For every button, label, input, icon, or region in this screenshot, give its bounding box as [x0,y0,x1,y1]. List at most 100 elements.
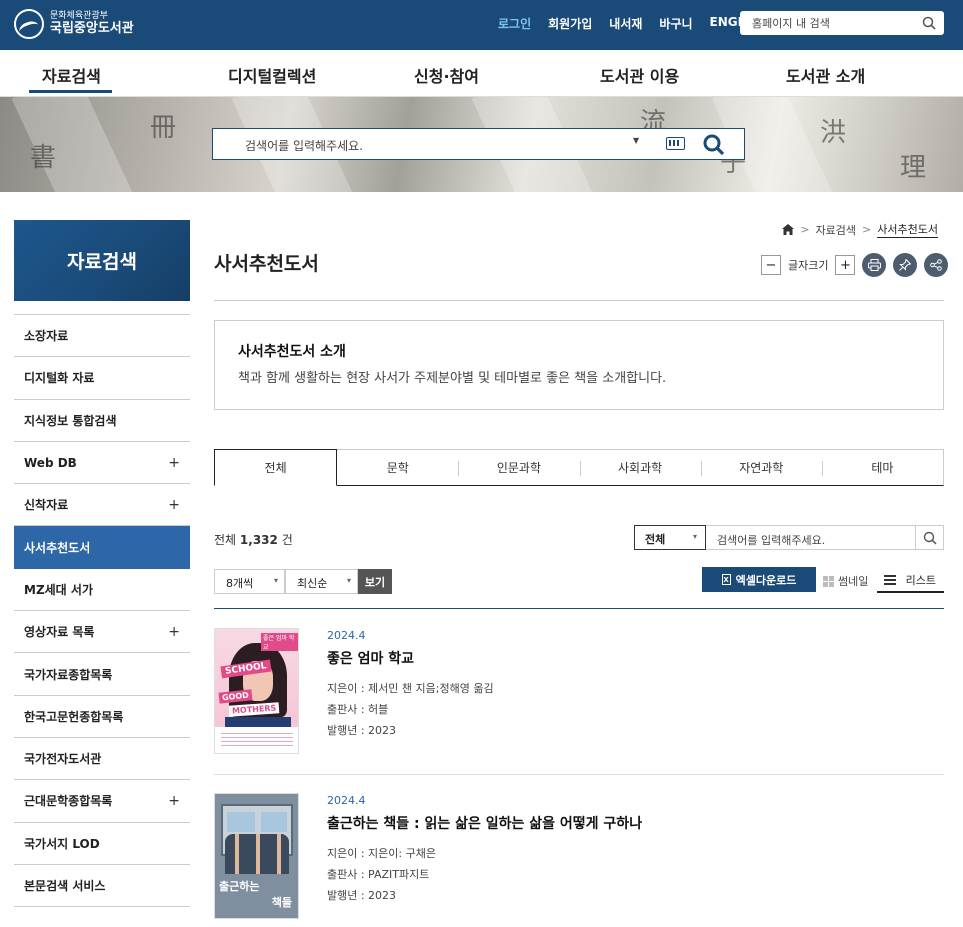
expand-icon[interactable]: + [168,624,180,640]
main-search-placeholder: 검색어를 입력해주세요. [245,139,364,153]
book-title[interactable]: 좋은 엄마 학교 [327,648,414,668]
total-count: 전체 1,332 건 [214,533,293,547]
tab-literature[interactable]: 문학 [337,450,458,485]
utility-links: 로그인 회원가입 내서재 바구니 ENGLISH [498,15,768,32]
keyboard-icon[interactable] [666,137,685,150]
expand-icon[interactable]: + [168,455,180,471]
book-cover[interactable]: 출근하는 책들 [214,793,299,919]
sidebar-item[interactable]: 국가전자도서관 [14,738,190,781]
category-tabs: 전체 문학 인문과학 사회과학 자연과학 테마 [214,449,944,486]
apply-view-button[interactable]: 보기 [358,569,392,594]
breadcrumb: > 자료검색 > 사서추천도서 [782,221,938,238]
sidebar-item[interactable]: 근대문학종합목록 + [14,780,190,823]
gnb-item-digital[interactable]: 디지털컬렉션 [228,63,316,87]
tab-all[interactable]: 전체 [214,449,338,486]
pin-button[interactable] [893,253,918,277]
expand-icon[interactable]: + [168,497,180,513]
login-link[interactable]: 로그인 [498,15,531,32]
share-button[interactable] [924,253,949,277]
divider [214,608,944,609]
list-icon [883,575,896,585]
share-icon [930,259,943,271]
book-cover[interactable]: SCHOOL GOOD MOTHERS 좋은 엄마 학교 [214,628,299,754]
book-item: 출근하는 책들 2024.4 출근하는 책들 : 읽는 삶은 일하는 삶을 어떻… [214,793,944,921]
result-search-button[interactable] [915,525,944,550]
page-tools: − 글자크기 + [761,253,949,277]
book-publisher: 출판사 : PAZIT파지트 [327,868,430,881]
page-title: 사서추천도서 [214,253,319,275]
breadcrumb-current[interactable]: 사서추천도서 [877,221,938,238]
tab-humanities[interactable]: 인문과학 [458,450,579,485]
my-library-link[interactable]: 내서재 [609,15,642,32]
font-decrease-button[interactable]: − [761,255,781,275]
pin-icon [899,259,912,271]
search-field-select[interactable]: 전체 [634,525,706,550]
expand-icon[interactable]: + [168,793,180,809]
gnb-item-search[interactable]: 자료검색 [29,63,112,93]
search-option-dropdown[interactable]: ▼ [633,136,639,145]
sort-select[interactable]: 최신순 [285,569,358,594]
sidebar-item[interactable]: 영상자료 목록 + [14,611,190,654]
intro-box: 사서추천도서 소개 책과 함께 생활하는 현장 사서가 주제분야별 및 테마별로… [214,320,944,410]
excel-download-button[interactable]: X 엑셀다운로드 [702,567,816,592]
excel-icon: X [721,574,731,585]
logo-title: 국립중앙도서관 [50,20,134,36]
divider [214,300,944,301]
breadcrumb-item[interactable]: 자료검색 [816,222,856,238]
sidebar-item[interactable]: 한국고문헌종합목록 [14,696,190,738]
book-item: SCHOOL GOOD MOTHERS 좋은 엄마 학교 2024.4 좋은 엄… [214,628,944,758]
search-icon [923,531,937,545]
search-icon[interactable] [702,133,726,157]
sidebar-item[interactable]: 디지털화 자료 [14,357,190,400]
site-search-placeholder: 홈페이지 내 검색 [752,17,830,30]
font-increase-button[interactable]: + [835,255,856,275]
book-date: 2024.4 [327,794,366,807]
home-icon[interactable] [782,224,795,235]
sidebar-menu: 소장자료 디지털화 자료 지식정보 통합검색 Web DB + 신착자료 + 사서추… [14,314,190,908]
book-year: 발행년 : 2023 [327,889,397,902]
thumbnail-view-toggle[interactable]: 썸네일 [823,573,868,589]
gnb-item-about[interactable]: 도서관 소개 [786,63,865,87]
sidebar-item-active[interactable]: 사서추천도서 [14,526,190,569]
sidebar-item[interactable]: 지식정보 통합검색 [14,400,190,442]
gnb-item-apply[interactable]: 신청·참여 [414,63,479,87]
signup-link[interactable]: 회원가입 [548,15,592,32]
book-year: 발행년 : 2023 [327,724,397,737]
top-bar: 문화체육관광부 국립중앙도서관 로그인 회원가입 내서재 바구니 ENGLISH… [0,0,963,50]
book-author: 지은이 : 제서민 챈 지음;정해영 옮김 [327,682,494,695]
cart-link[interactable]: 바구니 [659,15,692,32]
tab-theme[interactable]: 테마 [821,450,943,485]
grid-icon [823,575,834,587]
total-number: 1,332 [239,533,278,547]
sidebar-item[interactable]: 국가자료종합목록 [14,653,190,696]
site-search-input[interactable]: 홈페이지 내 검색 [740,11,944,35]
sidebar-item[interactable]: 신착자료 + [14,484,190,527]
book-publisher: 출판사 : 허블 [327,703,389,716]
intro-text: 책과 함께 생활하는 현장 사서가 주제분야별 및 테마별로 좋은 책을 소개합… [238,371,667,386]
sidebar-item[interactable]: 본문검색 서비스 [14,865,190,908]
print-button[interactable] [862,253,887,277]
main-navigation: 자료검색 디지털컬렉션 신청·참여 도서관 이용 도서관 소개 [0,50,963,97]
book-date: 2024.4 [327,629,366,642]
sidebar-title: 자료검색 [14,220,190,301]
print-icon [867,259,881,271]
search-icon[interactable] [922,16,936,30]
tab-social-science[interactable]: 사회과학 [579,450,701,485]
gnb-item-use[interactable]: 도서관 이용 [600,63,679,87]
sidebar-item[interactable]: MZ세대 서가 [14,569,190,612]
breadcrumb-separator: > [862,223,872,236]
tab-natural-science[interactable]: 자연과학 [700,450,822,485]
site-logo[interactable]: 문화체육관광부 국립중앙도서관 [14,9,134,39]
main-search-box[interactable]: 검색어를 입력해주세요. ▼ [212,128,745,160]
sidebar-item[interactable]: 국가서지 LOD [14,823,190,865]
sidebar-item[interactable]: 소장자료 [14,315,190,358]
intro-title: 사서추천도서 소개 [238,344,346,360]
result-search-input[interactable]: 검색어를 입력해주세요. [706,525,916,550]
breadcrumb-separator: > [800,223,810,236]
book-author: 지은이 : 지은이: 구채은 [327,847,436,860]
sidebar-item[interactable]: Web DB + [14,442,190,485]
per-page-select[interactable]: 8개씩 [214,569,285,594]
list-view-toggle[interactable]: 리스트 [877,569,944,593]
government-emblem-icon [14,9,44,39]
book-title[interactable]: 출근하는 책들 : 읽는 삶은 일하는 삶을 어떻게 구하나 [327,813,642,833]
